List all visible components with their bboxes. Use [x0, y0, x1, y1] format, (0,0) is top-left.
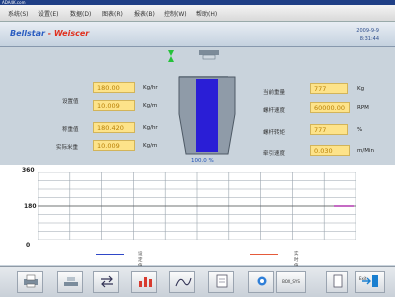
- curve-button[interactable]: [169, 271, 195, 293]
- menu-control[interactable]: 控制(W): [164, 9, 187, 18]
- screw-speed-unit: RPM: [357, 105, 369, 111]
- scale-icon: [64, 277, 78, 286]
- brand-accent: - Weiscer: [47, 29, 90, 38]
- feeder-head: [199, 50, 219, 55]
- current-weight-unit: Kg: [357, 86, 365, 92]
- app-header: Bellstar - Weiscer 2009-9-9 8:31:44: [0, 22, 395, 47]
- exit-label: Exit: [359, 276, 367, 281]
- brand-main: Bellstar: [10, 29, 45, 38]
- bottom-toolbar: BOX_SYS Exit: [0, 266, 395, 297]
- y-tick-mid: 180: [24, 203, 37, 210]
- menu-bar: 系统(S) 设置(E) 数据(D) 图表(R) 报表(B) 控制(W) 帮助(H…: [0, 5, 395, 22]
- gear-icon: [257, 276, 267, 286]
- brand-logo: Bellstar - Weiscer: [10, 29, 89, 38]
- menu-chart[interactable]: 图表(R): [102, 9, 123, 18]
- weight-unit: Kg/hr: [143, 125, 158, 131]
- setpoint-label: 设置值: [62, 99, 79, 105]
- current-weight-value: 777: [310, 83, 348, 94]
- time-label: 8:31:44: [359, 36, 379, 42]
- transfer-icon: [101, 275, 113, 288]
- setpoint-rate-unit: Kg/hr: [143, 85, 158, 91]
- menu-settings[interactable]: 设置(E): [38, 9, 58, 18]
- menu-help[interactable]: 帮助(H): [196, 9, 217, 18]
- weight-label: 称重值: [62, 127, 79, 133]
- print-button[interactable]: [17, 271, 43, 293]
- legend-line-red: [250, 254, 278, 255]
- document-button[interactable]: [208, 271, 234, 293]
- hopper-percent: 100.0 %: [191, 158, 214, 164]
- scale-button[interactable]: [57, 271, 83, 293]
- menu-report[interactable]: 报表(B): [134, 9, 155, 18]
- page-button[interactable]: [326, 271, 348, 293]
- haul-speed-value: 0.030: [310, 145, 350, 156]
- haul-speed-unit: m/Min: [357, 148, 374, 154]
- exit-button[interactable]: Exit: [355, 271, 385, 293]
- date-label: 2009-9-9: [356, 28, 379, 34]
- menu-data[interactable]: 数据(D): [70, 9, 91, 18]
- trend-plot: [38, 172, 356, 240]
- chart-button[interactable]: [131, 271, 157, 293]
- gear-button[interactable]: [248, 271, 274, 293]
- screw-speed-label: 螺杆速度: [263, 108, 286, 114]
- hopper-outline: [178, 76, 236, 155]
- transfer-button[interactable]: [93, 271, 119, 293]
- screw-speed-value: 60000.00: [310, 102, 350, 113]
- setpoint-rate-value[interactable]: 180.00: [93, 82, 135, 93]
- screw-torque-label: 螺杆转矩: [263, 130, 286, 136]
- current-weight-label: 当前重量: [263, 90, 286, 96]
- y-tick-min: 0: [26, 242, 31, 249]
- y-tick-max: 360: [22, 167, 35, 174]
- legend-line-blue: [96, 254, 124, 255]
- valve-icon: [168, 50, 174, 62]
- printer-icon: [24, 274, 38, 288]
- actual-meter-unit: Kg/m: [143, 143, 158, 149]
- setpoint-meter-unit: Kg/m: [143, 103, 158, 109]
- actual-meter-value: 10.009: [93, 140, 135, 151]
- box-sys-label: BOX_SYS: [282, 279, 300, 284]
- document-icon: [216, 274, 228, 288]
- setpoint-meter-value[interactable]: 10.009: [93, 100, 135, 111]
- menu-system[interactable]: 系统(S): [8, 9, 29, 18]
- hopper-fill: [196, 79, 218, 152]
- chart-icon: [139, 277, 152, 287]
- weight-value: 180.420: [93, 122, 135, 133]
- screw-torque-unit: %: [357, 127, 363, 133]
- screw-torque-value: 777: [310, 124, 348, 135]
- haul-speed-label: 牵引速度: [263, 151, 286, 157]
- page-icon: [333, 274, 343, 288]
- box-sys-button[interactable]: BOX_SYS: [276, 271, 306, 293]
- curve-icon: [175, 277, 192, 287]
- actual-meter-label: 实际米重: [56, 145, 79, 151]
